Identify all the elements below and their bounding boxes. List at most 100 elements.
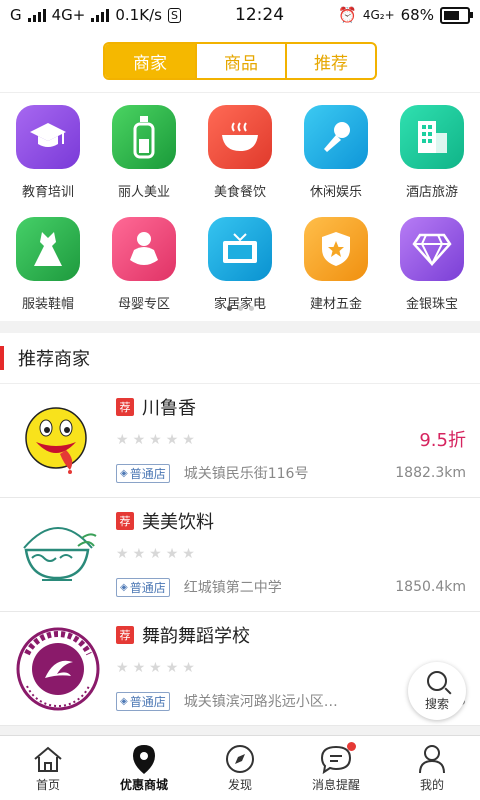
- alarm-icon: ⏰: [338, 6, 357, 24]
- page-dot: [237, 306, 243, 311]
- smiley-logo: [0, 384, 116, 497]
- page-dot: [248, 306, 254, 311]
- merchant-address: 红城镇第二中学: [183, 580, 282, 596]
- user-icon: [417, 744, 447, 774]
- badge-label: 普通店: [129, 580, 166, 595]
- category-label: 美食餐饮: [213, 185, 266, 200]
- recommend-tag: 荐: [116, 512, 134, 530]
- rating-stars: ★ ★ ★ ★ ★: [116, 432, 195, 448]
- merchant-address: 城关镇民乐街116号: [183, 466, 309, 482]
- merchant-title: 荐 川鲁香: [116, 394, 466, 420]
- category-panel: 教育培训 丽人美业 美食餐饮 休闲娱乐 酒店旅游 服装鞋帽 母婴专区 家居家电 …: [0, 93, 480, 321]
- status-left: G 4G+ 0.1K/s S: [10, 6, 181, 24]
- category-label: 酒店旅游: [405, 185, 458, 200]
- store-type-badge: ◈ 普通店: [116, 691, 170, 711]
- merchant-meta: ◈ 普通店 红城镇第二中学 1850.4km: [116, 577, 466, 597]
- merchant-info: 荐 美美饮料 ★ ★ ★ ★ ★ ◈ 普通店 红城镇第二中学 1850.4km: [116, 498, 480, 611]
- badge-label: 普通店: [129, 466, 166, 481]
- category-beauty[interactable]: 丽人美业: [96, 105, 192, 217]
- bottom-nav: 首页 优惠商城 发现 消息提醒 我的: [0, 735, 480, 800]
- merchant-distance: 1850.4km: [395, 579, 466, 595]
- nav-home[interactable]: 首页: [0, 736, 96, 800]
- merchant-distance: 1882.3km: [395, 465, 466, 481]
- status-right: ⏰ 4G₂+ 68%: [338, 6, 473, 24]
- store-type-badge: ◈ 普通店: [116, 577, 170, 597]
- nav-profile[interactable]: 我的: [384, 736, 480, 800]
- merchant-title: 荐 舞韵舞蹈学校: [116, 622, 466, 648]
- shield-star-icon: [304, 217, 368, 281]
- merchant-row[interactable]: 荐 舞韵舞蹈学校 ★★★★★ ◈普通店 城关镇滨河路兆远小区… 263: [0, 612, 480, 726]
- recommend-tag: 荐: [116, 398, 134, 416]
- merchant-row[interactable]: 荐 川鲁香 ★ ★ ★ ★ ★ 9.5折 ◈ 普通店 城关镇民乐街116号 1882.3k…: [0, 384, 480, 498]
- tab-merchants[interactable]: 商家: [105, 44, 195, 78]
- clock: 12:24: [235, 5, 285, 25]
- search-label: 搜索: [424, 696, 449, 711]
- nav-label: 首页: [35, 777, 60, 792]
- diamond-badge-icon: ◈: [120, 581, 128, 593]
- category-baby[interactable]: 母婴专区: [96, 217, 192, 317]
- carrier-label: G: [10, 6, 22, 24]
- nav-label: 我的: [419, 777, 444, 792]
- category-home-appliance[interactable]: 家居家电: [192, 217, 288, 317]
- status-bar: G 4G+ 0.1K/s S 12:24 ⏰ 4G₂+ 68%: [0, 0, 480, 30]
- search-icon: [427, 670, 447, 691]
- category-clothing[interactable]: 服装鞋帽: [0, 217, 96, 317]
- category-jewelry[interactable]: 金银珠宝: [384, 217, 480, 317]
- tab-recommend[interactable]: 推荐: [285, 44, 375, 78]
- dress-icon: [16, 217, 80, 281]
- category-grid: 教育培训 丽人美业 美食餐饮 休闲娱乐 酒店旅游 服装鞋帽 母婴专区 家居家电 …: [0, 93, 480, 317]
- merchant-list: 荐 川鲁香 ★ ★ ★ ★ ★ 9.5折 ◈ 普通店 城关镇民乐街116号 1882.3k…: [0, 384, 480, 726]
- category-hotel[interactable]: 酒店旅游: [384, 105, 480, 217]
- section-title: 推荐商家: [18, 349, 90, 370]
- tea-bowl-logo: [0, 498, 116, 611]
- category-label: 丽人美业: [117, 185, 170, 200]
- category-label: 休闲娱乐: [309, 185, 362, 200]
- merchant-name: 舞韵舞蹈学校: [142, 626, 250, 647]
- baby-icon: [112, 217, 176, 281]
- discount-label: 9.5折: [419, 430, 466, 451]
- battery-icon: [439, 6, 473, 24]
- nav-label: 优惠商城: [119, 777, 168, 792]
- diamond-badge-icon: ◈: [120, 695, 128, 707]
- speed-s-icon: S: [167, 7, 181, 23]
- diamond-icon: [400, 217, 464, 281]
- speed-label: 0.1K/s: [115, 6, 162, 24]
- merchant-row[interactable]: 荐 美美饮料 ★ ★ ★ ★ ★ ◈ 普通店 红城镇第二中学 1850.4km: [0, 498, 480, 612]
- tv-icon: [208, 217, 272, 281]
- tab-products[interactable]: 商品: [195, 44, 285, 78]
- merchant-title: 荐 美美饮料: [116, 508, 466, 534]
- home-icon: [32, 744, 64, 774]
- search-button[interactable]: 搜索: [408, 662, 466, 720]
- merchant-info: 荐 川鲁香 ★ ★ ★ ★ ★ 9.5折 ◈ 普通店 城关镇民乐街116号 1882.3k…: [116, 384, 480, 497]
- signal-icon-2: [91, 8, 110, 22]
- category-education[interactable]: 教育培训: [0, 105, 96, 217]
- nav-mall[interactable]: 优惠商城: [96, 736, 192, 800]
- badge-label: 普通店: [129, 694, 166, 709]
- right-network-label: 4G₂+: [362, 8, 395, 22]
- merchant-meta: ◈ 普通店 城关镇民乐街116号 1882.3km: [116, 463, 466, 483]
- merchant-name: 川鲁香: [142, 398, 196, 419]
- category-leisure[interactable]: 休闲娱乐: [288, 105, 384, 217]
- nav-messages[interactable]: 消息提醒: [288, 736, 384, 800]
- network-label: 4G+: [51, 6, 86, 24]
- page-dot: [226, 306, 232, 311]
- battery-percent: 68%: [400, 6, 434, 24]
- category-hardware[interactable]: 建材五金: [288, 217, 384, 317]
- nav-label: 消息提醒: [311, 777, 360, 792]
- store-type-badge: ◈ 普通店: [116, 463, 170, 483]
- page-indicator: [0, 306, 480, 311]
- diamond-badge-icon: ◈: [120, 467, 128, 479]
- location-pin-icon: [129, 744, 159, 774]
- section-accent-bar: [0, 346, 4, 370]
- bowl-icon: [208, 105, 272, 169]
- dance-school-logo: [0, 612, 116, 725]
- building-icon: [400, 105, 464, 169]
- category-label: 教育培训: [21, 185, 74, 200]
- merchant-name: 美美饮料: [142, 512, 214, 533]
- rating-stars: ★ ★ ★ ★ ★: [116, 546, 195, 562]
- segmented-tabs: 商家 商品 推荐: [103, 42, 377, 80]
- category-food[interactable]: 美食餐饮: [192, 105, 288, 217]
- nav-discover[interactable]: 发现: [192, 736, 288, 800]
- unread-dot: [347, 742, 356, 751]
- microphone-icon: [304, 105, 368, 169]
